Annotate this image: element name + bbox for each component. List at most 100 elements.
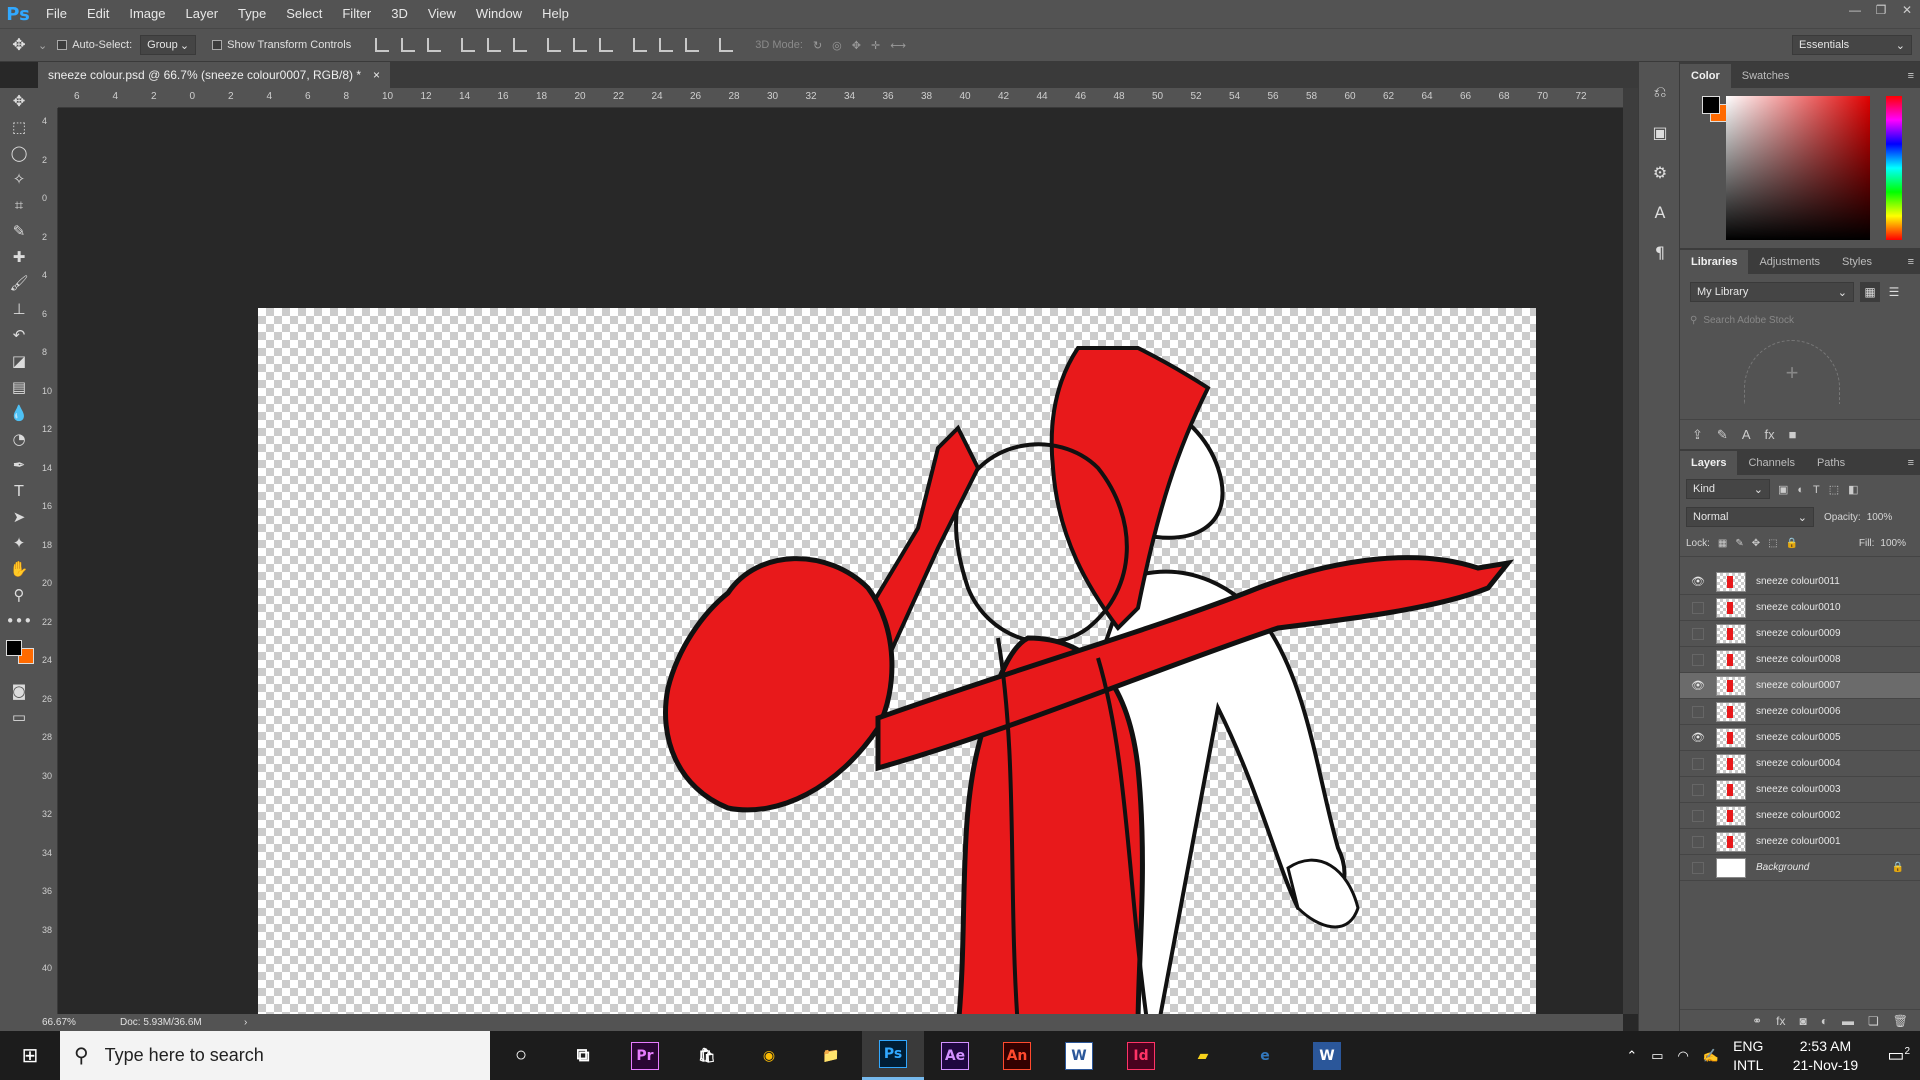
opacity-value[interactable]: 100%	[1867, 512, 1893, 523]
wifi-icon[interactable]: ◠	[1678, 1048, 1689, 1064]
language-indicator[interactable]: ENG INTL	[1733, 1037, 1763, 1075]
vertical-scrollbar[interactable]	[1623, 88, 1638, 1014]
ruler-origin[interactable]	[38, 88, 58, 108]
visibility-eye-icon[interactable]	[1692, 627, 1704, 640]
visibility-eye-icon[interactable]: 👁	[1688, 676, 1708, 696]
align-hcenter-icon[interactable]	[487, 38, 502, 52]
adjustment-layer-icon[interactable]: ◐	[1821, 1014, 1828, 1028]
stock-search-field[interactable]: ⚲ Search Adobe Stock	[1690, 310, 1910, 330]
visibility-eye-icon[interactable]: 👁	[1688, 572, 1708, 592]
align-right-icon[interactable]	[513, 38, 528, 52]
path-selection-tool-icon[interactable]: ➤	[0, 504, 38, 530]
minimize-icon[interactable]: —	[1842, 0, 1868, 22]
visibility-eye-icon[interactable]	[1692, 835, 1704, 848]
pen-tool-icon[interactable]: ✒	[0, 452, 38, 478]
menu-select[interactable]: Select	[276, 0, 332, 28]
taskbar-app-ae-icon[interactable]: Ae	[924, 1031, 986, 1080]
visibility-eye-icon[interactable]: 👁	[1688, 728, 1708, 748]
taskbar-app-edge-icon[interactable]: e	[1234, 1031, 1296, 1080]
panel-menu-icon[interactable]: ≡	[1908, 451, 1920, 475]
menu-type[interactable]: Type	[228, 0, 276, 28]
panel-fg-swatch[interactable]	[1702, 96, 1720, 114]
screen-mode-icon[interactable]: ▭	[0, 704, 38, 730]
lasso-tool-icon[interactable]: ◯	[0, 140, 38, 166]
brush-add-icon[interactable]: ✎	[1717, 427, 1728, 443]
tool-preset-chevron-icon[interactable]: ⌄	[38, 39, 47, 52]
distribute-left-icon[interactable]	[633, 38, 648, 52]
marquee-tool-icon[interactable]: ⬚	[0, 114, 38, 140]
add-library-item-icon[interactable]: +	[1744, 340, 1840, 404]
layer-row[interactable]: 👁 sneeze colour0011	[1680, 569, 1920, 595]
more-tools-icon[interactable]: •••	[0, 608, 38, 634]
tab-swatches[interactable]: Swatches	[1731, 64, 1801, 88]
brush-tool-icon[interactable]: 🖌	[0, 270, 38, 296]
taskbar-search-box[interactable]: ⚲ Type here to search	[60, 1031, 490, 1080]
list-view-icon[interactable]: ☰	[1884, 282, 1904, 302]
hue-slider[interactable]	[1886, 96, 1902, 240]
type-tool-icon[interactable]: T	[0, 478, 38, 504]
layer-row[interactable]: sneeze colour0002	[1680, 803, 1920, 829]
hand-tool-icon[interactable]: ✋	[0, 556, 38, 582]
tab-channels[interactable]: Channels	[1737, 451, 1805, 475]
move-tool-icon[interactable]: ✥	[0, 35, 38, 55]
pen-icon[interactable]: ✍	[1703, 1048, 1719, 1064]
layer-row[interactable]: sneeze colour0004	[1680, 751, 1920, 777]
tab-layers[interactable]: Layers	[1680, 451, 1738, 475]
char-style-icon[interactable]: A	[1742, 427, 1751, 442]
align-left-icon[interactable]	[461, 38, 476, 52]
distribute-right-icon[interactable]	[685, 38, 700, 52]
auto-align-icon[interactable]	[719, 38, 734, 52]
layer-row[interactable]: sneeze colour0001	[1680, 829, 1920, 855]
menu-image[interactable]: Image	[119, 0, 175, 28]
layer-filter-dropdown[interactable]: Kind ⌄	[1686, 479, 1770, 499]
notifications-icon[interactable]: ▭2	[1887, 1045, 1910, 1066]
history-brush-tool-icon[interactable]: ↶	[0, 322, 38, 348]
taskbar-app-id-icon[interactable]: Id	[1110, 1031, 1172, 1080]
panel-menu-icon[interactable]: ≡	[1908, 64, 1920, 88]
eraser-tool-icon[interactable]: ◪	[0, 348, 38, 374]
new-group-icon[interactable]: ▬	[1842, 1014, 1854, 1028]
layer-row[interactable]: 👁 sneeze colour0007	[1680, 673, 1920, 699]
align-top-icon[interactable]	[375, 38, 390, 52]
taskbar-app-store-icon[interactable]: 🛍	[676, 1031, 738, 1080]
add-mask-icon[interactable]: ◙	[1800, 1014, 1807, 1028]
blend-mode-dropdown[interactable]: Normal ⌄	[1686, 507, 1814, 527]
tab-color[interactable]: Color	[1680, 64, 1731, 88]
magic-wand-tool-icon[interactable]: ✧	[0, 166, 38, 192]
paragraph-panel-icon[interactable]: ¶	[1639, 232, 1681, 272]
windows-start-icon[interactable]: ⊞	[0, 1031, 60, 1080]
layer-row[interactable]: sneeze colour0010	[1680, 595, 1920, 621]
canvas-workspace[interactable]	[58, 108, 1623, 1031]
delete-layer-icon[interactable]: 🗑	[1893, 1014, 1908, 1028]
quick-mask-icon[interactable]: ◙	[0, 678, 38, 704]
zoom-tool-icon[interactable]: ⚲	[0, 582, 38, 608]
auto-select-checkbox[interactable]	[57, 40, 68, 50]
show-transform-checkbox[interactable]	[212, 40, 223, 50]
battery-icon[interactable]: ▭	[1651, 1048, 1663, 1064]
layer-row[interactable]: Background 🔒	[1680, 855, 1920, 881]
visibility-eye-icon[interactable]	[1692, 809, 1704, 822]
lock-icons[interactable]: ▦✎✥⬚🔒	[1718, 538, 1806, 549]
taskbar-app-chrome-icon[interactable]: ◉	[738, 1031, 800, 1080]
link-layers-icon[interactable]: ⚭	[1752, 1014, 1762, 1028]
move-tool-icon[interactable]: ✥	[0, 88, 38, 114]
distribute-bottom-icon[interactable]	[599, 38, 614, 52]
layer-row[interactable]: sneeze colour0008	[1680, 647, 1920, 673]
blur-tool-icon[interactable]: 💧	[0, 400, 38, 426]
visibility-eye-icon[interactable]	[1692, 783, 1704, 796]
color-add-icon[interactable]: ■	[1789, 427, 1797, 442]
character-panel-icon[interactable]: A	[1639, 192, 1681, 232]
tab-adjustments[interactable]: Adjustments	[1748, 250, 1831, 274]
gradient-tool-icon[interactable]: ▤	[0, 374, 38, 400]
dodge-tool-icon[interactable]: ◔	[0, 426, 38, 452]
close-window-icon[interactable]: ✕	[1894, 0, 1920, 22]
menu-file[interactable]: File	[36, 0, 77, 28]
align-bottom-icon[interactable]	[427, 38, 442, 52]
visibility-eye-icon[interactable]	[1692, 601, 1704, 614]
actions-panel-icon[interactable]: ▣	[1639, 112, 1681, 152]
layer-row[interactable]: 👁 sneeze colour0005	[1680, 725, 1920, 751]
fill-value[interactable]: 100%	[1880, 538, 1906, 549]
healing-brush-tool-icon[interactable]: ✚	[0, 244, 38, 270]
library-dropdown[interactable]: My Library ⌄	[1690, 282, 1854, 302]
color-swatches[interactable]	[0, 634, 38, 678]
